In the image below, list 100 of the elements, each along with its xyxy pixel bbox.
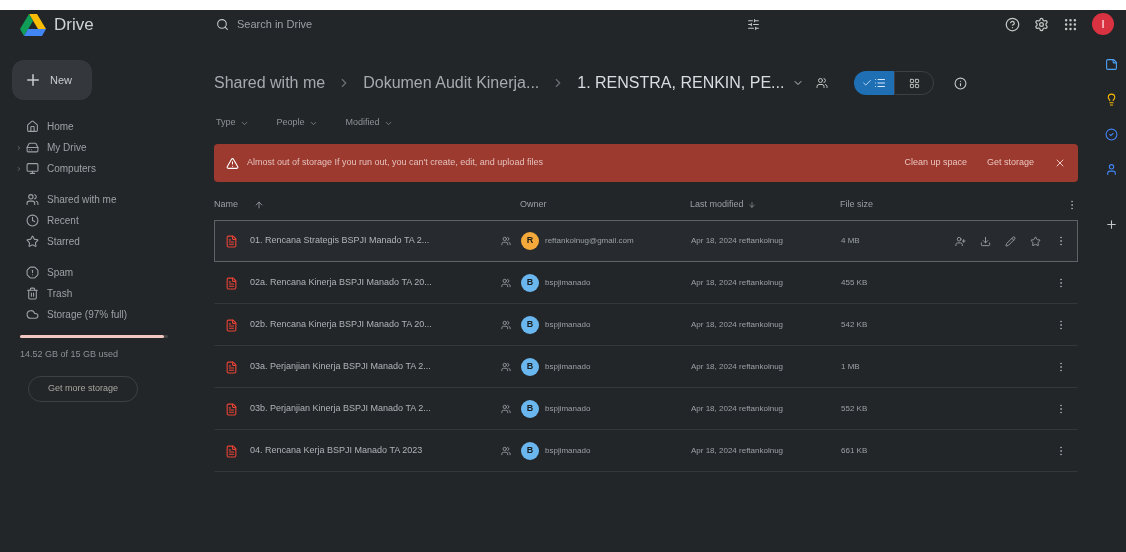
file-row[interactable]: 02a. Rencana Kinerja BSPJI Manado TA 20... B bspjimanado Apr 18, 2024 reftankolnug 455 KB — [214, 262, 1078, 304]
sidebar-item[interactable]: Shared with me — [12, 189, 176, 210]
file-size: 455 KB — [841, 277, 869, 289]
pdf-file-icon — [225, 318, 238, 332]
last-modified: Apr 18, 2024 reftankolnug — [691, 235, 785, 247]
filter-chip[interactable]: People — [276, 116, 318, 130]
owner-name: bspjimanado — [545, 445, 591, 457]
contacts-icon[interactable] — [1104, 163, 1118, 176]
owner-name: bspjimanado — [545, 403, 591, 415]
star-icon[interactable] — [1030, 235, 1041, 247]
grid-icon — [908, 77, 920, 89]
owner-avatar: B — [521, 274, 539, 292]
owner-avatar: B — [521, 358, 539, 376]
owner-avatar: R — [521, 232, 539, 250]
filter-chip[interactable]: Modified — [345, 116, 393, 130]
list-icon — [874, 77, 887, 89]
pdf-file-icon — [225, 234, 238, 248]
sort-descending-icon[interactable] — [747, 201, 756, 209]
pdf-file-icon — [225, 360, 238, 374]
file-name: 02b. Rencana Kinerja BSPJI Manado TA 20... — [250, 318, 432, 332]
file-name: 01. Rencana Strategis BSPJI Manado TA 2... — [250, 234, 430, 248]
sidebar-item[interactable]: Recent — [12, 210, 176, 231]
cloud-icon — [26, 308, 39, 321]
sidebar-item[interactable]: Starred — [12, 231, 176, 252]
filter-options-icon[interactable] — [747, 17, 760, 31]
file-size: 4 MB — [841, 235, 861, 247]
file-size: 1 MB — [841, 361, 861, 373]
file-size: 552 KB — [841, 403, 869, 415]
shared-icon — [501, 362, 511, 372]
file-name: 03b. Perjanjian Kinerja BSPJI Manado TA 2... — [250, 402, 431, 416]
people-icon[interactable] — [816, 77, 829, 89]
drive-icon — [26, 141, 39, 154]
sidebar-item[interactable]: Storage (97% full) — [12, 304, 176, 325]
column-header[interactable]: Last modified — [690, 198, 744, 212]
apps-icon[interactable] — [1063, 16, 1078, 32]
plus-icon — [24, 71, 42, 89]
file-name: 02a. Rencana Kinerja BSPJI Manado TA 20... — [250, 276, 432, 290]
file-size: 661 KB — [841, 445, 869, 457]
sidebar-item[interactable]: My Drive — [12, 137, 176, 158]
breadcrumb-item[interactable]: 1. RENSTRA, RENKIN, PE... — [577, 71, 785, 95]
last-modified: Apr 18, 2024 reftankolnug — [691, 445, 785, 457]
shared-icon — [501, 404, 511, 414]
column-header[interactable]: Name — [214, 198, 238, 212]
owner-name: reftankolnug@gmail.com — [545, 235, 634, 247]
sidebar-item[interactable]: Trash — [12, 283, 176, 304]
search-field[interactable]: Search in Drive — [237, 15, 739, 33]
sidebar-item[interactable]: Home — [12, 116, 176, 137]
drive-logo-icon — [20, 14, 46, 36]
shared-icon — [501, 236, 511, 246]
sort-ascending-icon[interactable] — [254, 200, 264, 210]
warning-icon — [226, 156, 239, 170]
owner-avatar: B — [521, 316, 539, 334]
sidebar-item[interactable]: Spam — [12, 262, 176, 283]
people-icon — [26, 193, 39, 206]
settings-icon[interactable] — [1034, 16, 1049, 32]
file-row[interactable]: 03a. Perjanjian Kinerja BSPJI Manado TA 2... B bspjimanado Apr 18, 2024 reftankolnug 1 MB — [214, 346, 1078, 388]
close-icon[interactable] — [1054, 157, 1066, 169]
storage-usage: 14.52 GB of 15 GB used — [20, 348, 120, 361]
add-icon[interactable] — [1104, 218, 1118, 231]
owner-name: bspjimanado — [545, 319, 591, 331]
check-icon — [862, 78, 873, 88]
banner-action-button[interactable]: Get storage — [986, 156, 1034, 170]
file-row[interactable]: 04. Rencana Kerja BSPJI Manado TA 2023 B bspjimanado Apr 18, 2024 reftankolnug 661 KB — [214, 430, 1078, 472]
tasks-icon[interactable] — [1104, 128, 1118, 141]
file-row[interactable]: 02b. Rencana Kinerja BSPJI Manado TA 20... B bspjimanado Apr 18, 2024 reftankolnug 542 KB — [214, 304, 1078, 346]
banner-action-button[interactable]: Clean up space — [904, 156, 967, 170]
column-header[interactable]: Owner — [520, 198, 690, 212]
filter-chip[interactable]: Type — [216, 116, 249, 130]
download-icon[interactable] — [980, 235, 991, 247]
app-name: Drive — [54, 14, 94, 37]
owner-avatar: B — [521, 442, 539, 460]
file-name: 04. Rencana Kerja BSPJI Manado TA 2023 — [250, 444, 423, 458]
rename-icon[interactable] — [1005, 235, 1016, 247]
list-view-button[interactable] — [854, 71, 895, 95]
file-row[interactable]: 01. Rencana Strategis BSPJI Manado TA 2... R reftankolnug@gmail.com Apr 18, 2024 reftankolnug 4 MB — [214, 220, 1078, 262]
owner-name: bspjimanado — [545, 361, 591, 373]
computer-icon — [26, 162, 39, 175]
home-icon — [26, 120, 39, 133]
search-icon[interactable] — [216, 17, 229, 31]
shared-icon — [501, 446, 511, 456]
last-modified: Apr 18, 2024 reftankolnug — [691, 403, 785, 415]
sidebar-item[interactable]: Computers — [12, 158, 176, 179]
file-row[interactable]: 03b. Perjanjian Kinerja BSPJI Manado TA 2... B bspjimanado Apr 18, 2024 reftankolnug 552 KB — [214, 388, 1078, 430]
info-icon[interactable] — [954, 76, 968, 90]
notes-icon[interactable] — [1104, 58, 1118, 71]
file-size: 542 KB — [841, 319, 869, 331]
last-modified: Apr 18, 2024 reftankolnug — [691, 319, 785, 331]
pdf-file-icon — [225, 402, 238, 416]
star-icon — [26, 235, 39, 248]
breadcrumb-item[interactable]: Shared with me — [214, 71, 326, 95]
new-button[interactable]: New — [12, 60, 92, 100]
owner-name: bspjimanado — [545, 277, 591, 289]
breadcrumb-item[interactable]: Dokumen Audit Kinerja... — [363, 71, 540, 95]
help-icon[interactable] — [1005, 16, 1020, 32]
column-header[interactable]: File size — [840, 198, 873, 212]
account-avatar[interactable]: I — [1092, 13, 1114, 35]
share-icon[interactable] — [955, 235, 966, 247]
shared-icon — [501, 320, 511, 330]
trash-icon — [26, 287, 39, 300]
clock-icon — [26, 214, 39, 227]
